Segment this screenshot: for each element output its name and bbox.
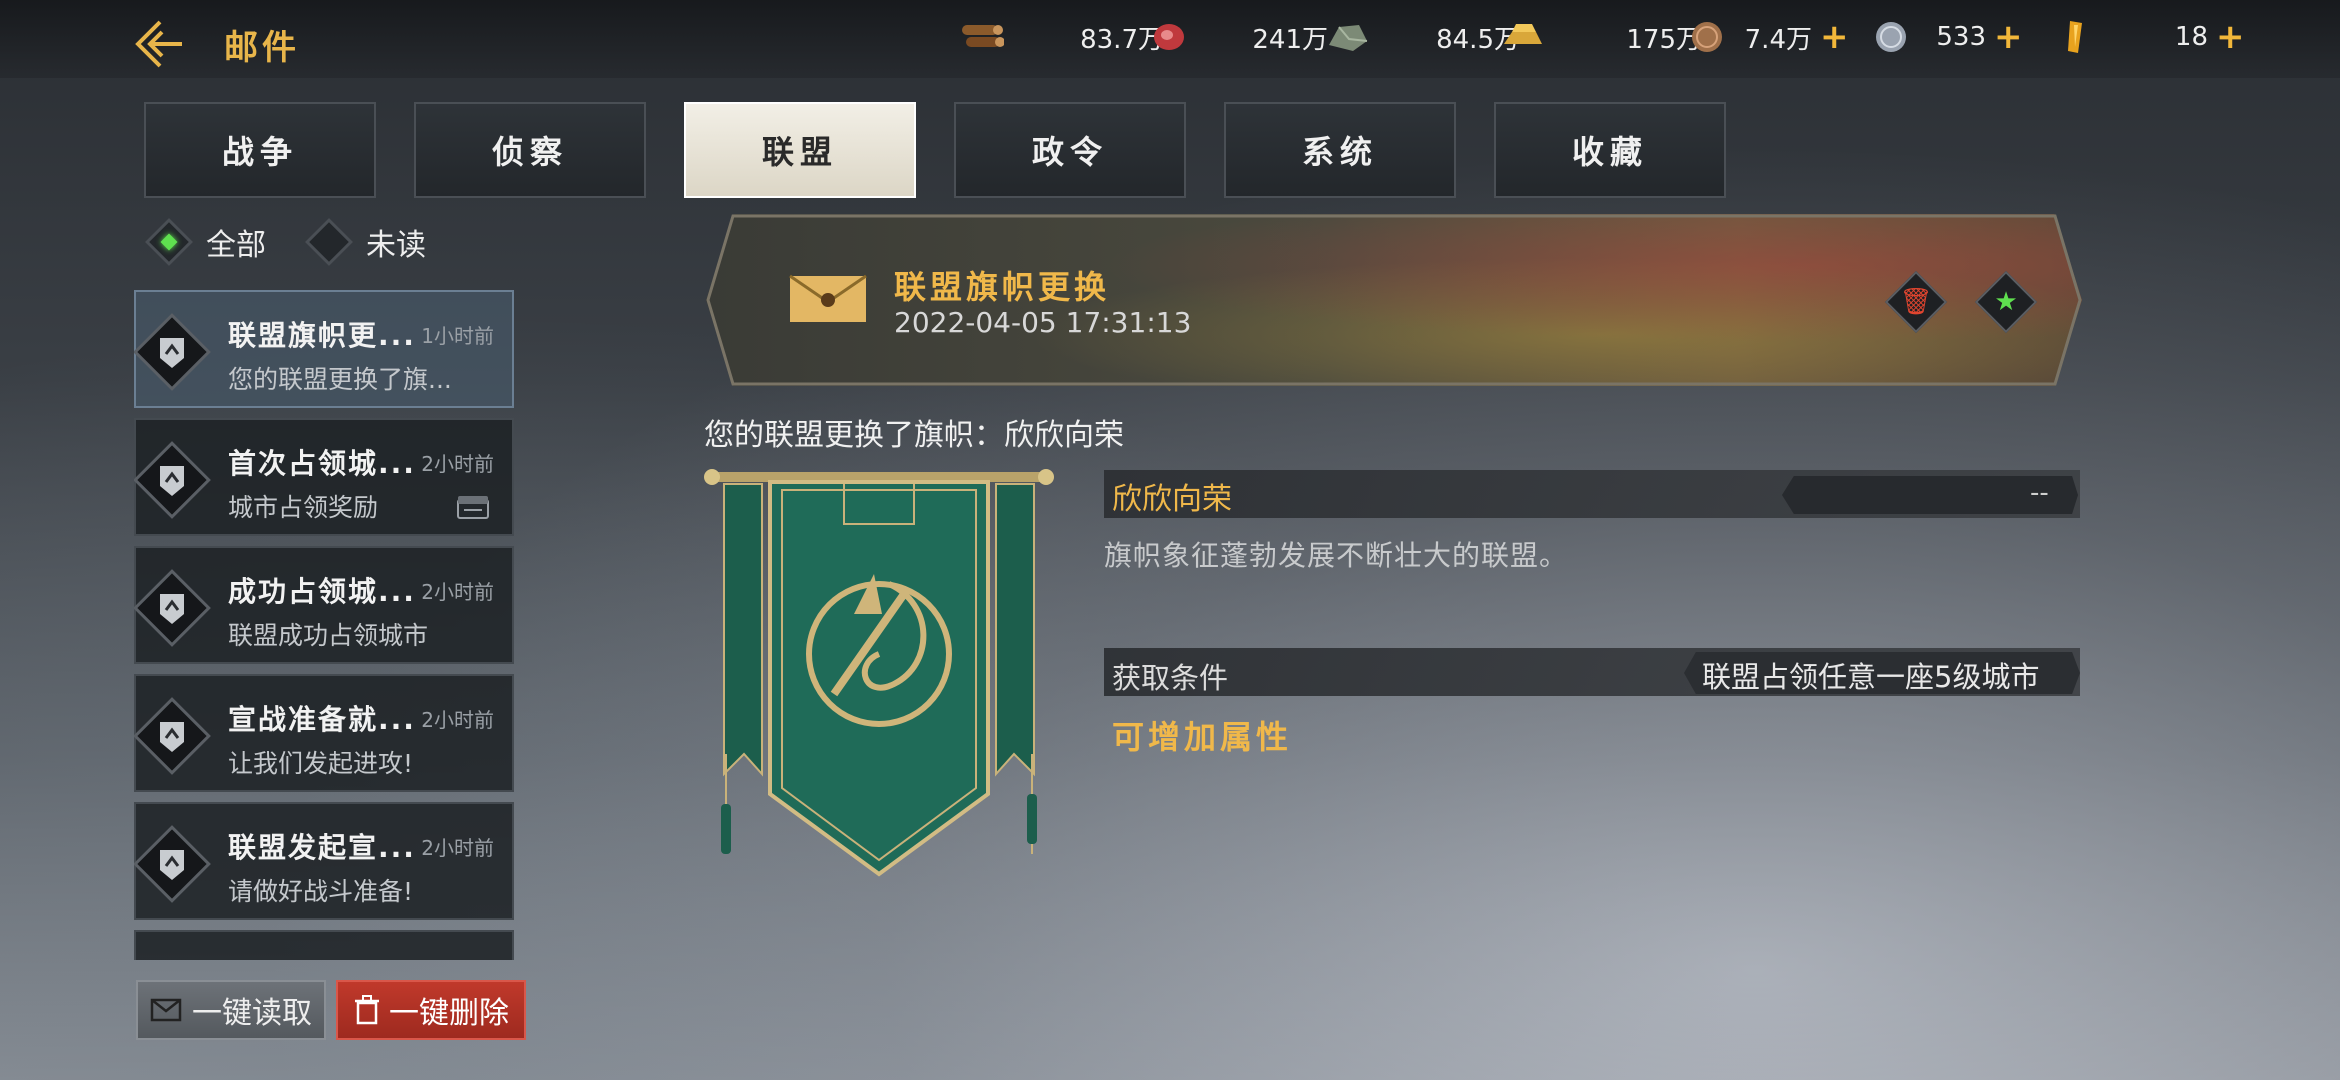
- condition-label: 获取条件: [1112, 661, 1229, 695]
- resource-crystal[interactable]: 18 +: [2052, 14, 2245, 60]
- alliance-badge-icon: [134, 566, 214, 650]
- envelope-check-icon: [150, 998, 182, 1022]
- list-item[interactable]: 首次占领城... 2小时前 城市占领奖励: [134, 418, 514, 536]
- back-button[interactable]: [130, 14, 190, 74]
- mail-title: 联盟旗帜更...: [228, 319, 416, 352]
- list-item[interactable]: 联盟发起宣... 2小时前 请做好战斗准备!: [134, 802, 514, 920]
- radio-unselected-icon: [304, 217, 354, 267]
- star-icon: ★: [1994, 287, 2018, 317]
- mail-time: 2小时前: [421, 452, 494, 476]
- mail-subtitle: 城市占领奖励: [228, 493, 379, 522]
- wood-icon: [958, 14, 1004, 60]
- mail-list[interactable]: 联盟旗帜更... 1小时前 您的联盟更换了旗... 首次占领城... 2小时前 …: [134, 290, 516, 960]
- tab-decree[interactable]: 政令: [954, 102, 1186, 198]
- list-item[interactable]: 宣战准备就... 2小时前 让我们发起进攻!: [134, 674, 514, 792]
- back-arrow-icon: [135, 20, 182, 68]
- resource-silver[interactable]: 533 +: [1868, 14, 2023, 60]
- resource-gold: 175万: [1500, 14, 1702, 60]
- mail-title: 联盟发起宣...: [228, 831, 416, 864]
- flag-description: 旗帜象征蓬勃发展不断壮大的联盟。: [1104, 539, 1569, 572]
- crystal-icon: [2052, 14, 2098, 60]
- mail-time: 2小时前: [421, 580, 494, 604]
- flag-value: --: [2030, 478, 2049, 508]
- page-title: 邮件: [224, 28, 300, 68]
- mail-body-text: 您的联盟更换了旗帜：欣欣向荣: [704, 418, 1124, 453]
- mail-detail-date: 2022-04-05 17:31:13: [894, 306, 1192, 339]
- condition-value: 联盟占领任意一座5级城市: [1702, 660, 2040, 694]
- alliance-badge-icon: [134, 694, 214, 778]
- resource-value: 241万: [1252, 24, 1328, 55]
- trash-icon: [355, 995, 379, 1025]
- resource-value: 18: [2174, 22, 2208, 52]
- alliance-badge-icon: [134, 310, 214, 394]
- mail-time: 1小时前: [421, 324, 494, 348]
- filter-unread-label: 未读: [366, 228, 426, 263]
- tab-favorites[interactable]: 收藏: [1494, 102, 1726, 198]
- mail-time: 2小时前: [421, 708, 494, 732]
- mail-subtitle: 联盟成功占领城市: [228, 621, 429, 650]
- attachment-icon: [457, 496, 489, 519]
- resource-coin[interactable]: 7.4万 +: [1684, 14, 1849, 60]
- silver-coin-icon: [1868, 14, 1914, 60]
- envelope-icon: [789, 274, 867, 322]
- meat-icon: [1146, 14, 1192, 60]
- mail-title: 成功占领城...: [228, 575, 416, 608]
- stone-icon: [1324, 14, 1370, 60]
- alliance-badge-icon: [134, 438, 214, 522]
- resource-value: 83.7万: [1080, 24, 1164, 55]
- favorite-mail-button[interactable]: ★: [1974, 270, 2038, 334]
- trash-icon: 🗑: [1899, 287, 1933, 317]
- add-crystal-button[interactable]: +: [2216, 20, 2245, 54]
- mail-subtitle: 请做好战斗准备!: [228, 877, 414, 906]
- radio-selected-icon: [144, 217, 194, 267]
- gold-bar-icon: [1500, 14, 1546, 60]
- mail-time: 2小时前: [421, 836, 494, 860]
- add-silver-button[interactable]: +: [1994, 20, 2023, 54]
- list-item[interactable]: 成功占领城... 2小时前 联盟成功占领城市: [134, 546, 514, 664]
- read-all-label: 一键读取: [192, 996, 312, 1031]
- tab-system[interactable]: 系统: [1224, 102, 1456, 198]
- tab-alliance[interactable]: 联盟: [684, 102, 916, 198]
- tab-scout[interactable]: 侦察: [414, 102, 646, 198]
- attributes-title: 可增加属性: [1112, 718, 1293, 756]
- flag-name: 欣欣向荣: [1112, 482, 1232, 517]
- coin-icon: [1684, 14, 1730, 60]
- alliance-badge-icon: [134, 822, 214, 906]
- filter-all[interactable]: 全部: [144, 217, 266, 267]
- resource-value: 7.4万: [1744, 24, 1812, 55]
- delete-all-label: 一键删除: [389, 996, 509, 1031]
- mail-title: 宣战准备就...: [228, 703, 416, 736]
- add-coin-button[interactable]: +: [1820, 20, 1849, 54]
- resource-wood: 83.7万: [958, 14, 1164, 60]
- resource-value: 84.5万: [1436, 24, 1520, 55]
- resource-meat: 241万: [1146, 14, 1328, 60]
- delete-mail-button[interactable]: 🗑: [1884, 270, 1948, 334]
- mail-subtitle: 您的联盟更换了旗...: [228, 365, 452, 394]
- mail-subtitle: 让我们发起进攻!: [228, 749, 414, 778]
- tab-war[interactable]: 战争: [144, 102, 376, 198]
- alliance-banner-image: [704, 469, 1054, 877]
- list-item-partial[interactable]: [134, 930, 514, 960]
- delete-all-button[interactable]: 一键删除: [336, 980, 526, 1040]
- filter-all-label: 全部: [206, 228, 266, 263]
- filter-unread[interactable]: 未读: [304, 217, 426, 267]
- mail-title: 首次占领城...: [228, 447, 416, 480]
- resource-value: 175万: [1626, 24, 1702, 55]
- mail-detail-title: 联盟旗帜更换: [894, 268, 1111, 306]
- resource-value: 533: [1936, 22, 1986, 52]
- list-item[interactable]: 联盟旗帜更... 1小时前 您的联盟更换了旗...: [134, 290, 514, 408]
- resource-stone: 84.5万: [1324, 14, 1520, 60]
- read-all-button[interactable]: 一键读取: [136, 980, 326, 1040]
